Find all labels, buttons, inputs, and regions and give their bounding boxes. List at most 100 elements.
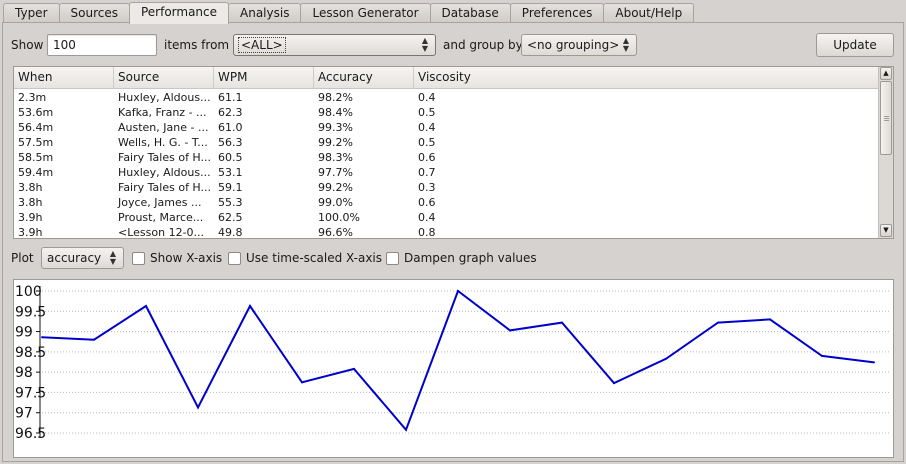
tab-sources[interactable]: Sources (58, 3, 130, 23)
cell-source: Wells, H. G. - T... (118, 136, 208, 149)
y-tick-label: 97.5 (15, 385, 46, 401)
cell-when: 2.3m (18, 91, 47, 104)
cell-when: 3.8h (18, 181, 43, 194)
cell-wpm: 61.0 (218, 121, 243, 134)
cell-viscosity: 0.4 (418, 211, 436, 224)
time-scaled-x-axis-label: Use time-scaled X-axis (246, 251, 383, 265)
scroll-down-arrow-icon[interactable]: ▼ (880, 224, 892, 237)
show-count-input[interactable]: 100 (47, 34, 157, 56)
data-point (197, 406, 199, 409)
items-from-select[interactable]: <ALL> ▲ ▼ (233, 34, 436, 56)
table-row[interactable]: 2.3m Huxley, Aldous... 61.1 98.2% 0.4 (14, 90, 880, 105)
updown-arrows-icon: ▲ ▼ (109, 249, 117, 266)
data-point (41, 336, 43, 339)
tab-lesson-generator[interactable]: Lesson Generator (300, 3, 431, 23)
cell-wpm: 49.8 (218, 226, 243, 239)
show-x-axis-label: Show X-axis (150, 251, 223, 265)
table-row[interactable]: 57.5m Wells, H. G. - T... 56.3 99.2% 0.5 (14, 135, 880, 150)
data-point (509, 329, 511, 332)
table-row[interactable]: 58.5m Fairy Tales of H... 60.5 98.3% 0.6 (14, 150, 880, 165)
tab-preferences[interactable]: Preferences (509, 3, 605, 23)
cell-source: Kafka, Franz - ... (118, 106, 207, 119)
scroll-up-arrow-icon[interactable]: ▲ (880, 67, 892, 80)
cell-accuracy: 100.0% (318, 211, 360, 224)
cell-when: 59.4m (18, 166, 54, 179)
dampen-graph-label: Dampen graph values (404, 251, 537, 265)
cell-source: Joyce, James ... (118, 196, 202, 209)
accuracy-line-chart: 100 99.5 99 98.5 98 97.5 97 96.5 (15, 284, 889, 442)
update-button[interactable]: Update (816, 33, 894, 57)
column-header-when[interactable]: When (14, 67, 114, 88)
data-point (821, 354, 823, 357)
table-row[interactable]: 3.8h Fairy Tales of H... 59.1 99.2% 0.3 (14, 180, 880, 195)
updown-arrows-icon: ▲ ▼ (622, 36, 630, 53)
y-tick-label: 98 (15, 365, 33, 381)
y-tick-label: 96.5 (15, 426, 46, 442)
dampen-graph-checkbox[interactable] (386, 252, 399, 265)
cell-source: Huxley, Aldous... (118, 91, 211, 104)
data-point (405, 428, 407, 431)
cell-when: 53.6m (18, 106, 54, 119)
y-tick-label: 97 (15, 406, 33, 422)
cell-accuracy: 99.2% (318, 136, 353, 149)
time-scaled-x-axis-checkbox[interactable] (228, 252, 241, 265)
tab-about-help[interactable]: About/Help (603, 3, 695, 23)
tab-analysis[interactable]: Analysis (228, 3, 302, 23)
cell-accuracy: 96.6% (318, 226, 353, 239)
table-row[interactable]: 3.8h Joyce, James ... 55.3 99.0% 0.6 (14, 195, 880, 210)
table-row[interactable]: 59.4m Huxley, Aldous... 53.1 97.7% 0.7 (14, 165, 880, 180)
y-tick-label: 100 (15, 284, 42, 300)
performance-panel: Show 100 items from <ALL> ▲ ▼ and group b… (2, 22, 904, 462)
data-point (353, 367, 355, 370)
cell-viscosity: 0.6 (418, 196, 436, 209)
tab-typer[interactable]: Typer (3, 3, 60, 23)
table-row[interactable]: 3.9h Proust, Marce... 62.5 100.0% 0.4 (14, 210, 880, 225)
tab-database[interactable]: Database (429, 3, 511, 23)
cell-viscosity: 0.4 (418, 91, 436, 104)
cell-accuracy: 99.0% (318, 196, 353, 209)
y-tick-label: 99.5 (15, 304, 46, 320)
cell-source: Fairy Tales of H... (118, 151, 212, 164)
cell-accuracy: 99.2% (318, 181, 353, 194)
column-header-wpm[interactable]: WPM (214, 67, 314, 88)
column-header-accuracy[interactable]: Accuracy (314, 67, 414, 88)
tab-bar: Typer Sources Performance Analysis Lesso… (3, 2, 695, 24)
group-by-select[interactable]: <no grouping> ▲ ▼ (521, 34, 637, 56)
data-point (717, 321, 719, 324)
plot-metric-value: accuracy (47, 251, 102, 265)
column-header-source[interactable]: Source (114, 67, 214, 88)
show-x-axis-checkbox[interactable] (132, 252, 145, 265)
cell-source: Austen, Jane - ... (118, 121, 209, 134)
y-tick-label: 99 (15, 325, 33, 341)
cell-when: 57.5m (18, 136, 54, 149)
scrollbar-thumb[interactable] (880, 81, 892, 155)
table-vertical-scrollbar[interactable]: ▲ ▼ (878, 67, 893, 238)
data-point (301, 381, 303, 384)
data-point (249, 305, 251, 308)
series-line-accuracy (41, 289, 875, 432)
cell-viscosity: 0.7 (418, 166, 436, 179)
cell-when: 3.9h (18, 211, 43, 224)
cell-source: Fairy Tales of H... (118, 181, 212, 194)
column-header-viscosity[interactable]: Viscosity (414, 67, 880, 88)
tab-performance[interactable]: Performance (128, 2, 230, 24)
table-row[interactable]: 3.9h <Lesson 12-0... 49.8 96.6% 0.8 (14, 225, 880, 239)
cell-when: 56.4m (18, 121, 54, 134)
cell-viscosity: 0.5 (418, 106, 436, 119)
show-label: Show (11, 38, 44, 52)
cell-wpm: 62.5 (218, 211, 243, 224)
table-row[interactable]: 56.4m Austen, Jane - ... 61.0 99.3% 0.4 (14, 120, 880, 135)
accuracy-plot: 100 99.5 99 98.5 98 97.5 97 96.5 (13, 279, 894, 458)
group-by-label: and group by (443, 38, 523, 52)
cell-source: Huxley, Aldous... (118, 166, 211, 179)
table-row[interactable]: 53.6m Kafka, Franz - ... 62.3 98.4% 0.5 (14, 105, 880, 120)
cell-source: Proust, Marce... (118, 211, 204, 224)
items-from-label: items from (164, 38, 230, 52)
data-point (665, 357, 667, 360)
group-by-value: <no grouping> (527, 38, 620, 52)
cell-viscosity: 0.4 (418, 121, 436, 134)
plot-metric-select[interactable]: accuracy ▲ ▼ (41, 247, 124, 269)
cell-accuracy: 98.3% (318, 151, 353, 164)
cell-source: <Lesson 12-0... (118, 226, 205, 239)
cell-wpm: 60.5 (218, 151, 243, 164)
